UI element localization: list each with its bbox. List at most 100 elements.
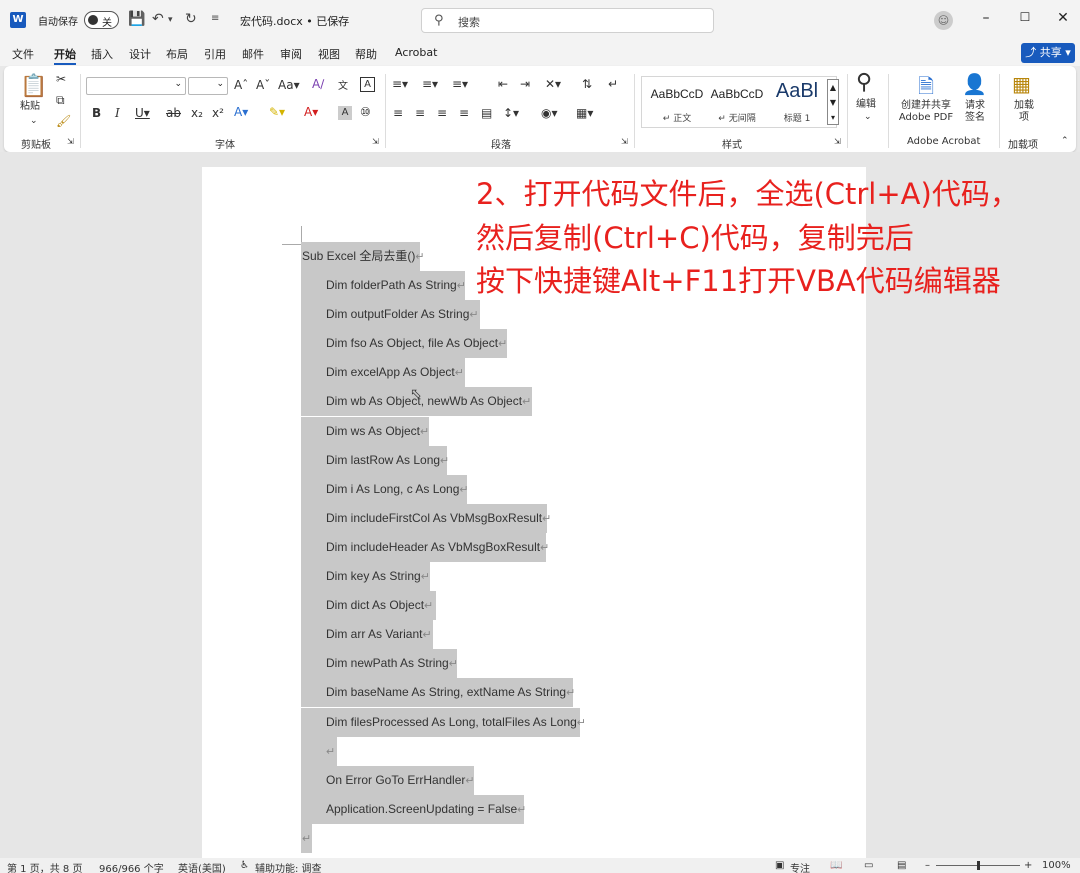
tab-acrobat[interactable]: Acrobat [395, 46, 437, 59]
print-layout-icon[interactable]: ▭ [864, 860, 873, 871]
document-title[interactable]: 宏代码.docx • 已保存 [240, 13, 349, 29]
paste-label[interactable]: 粘贴 [20, 101, 40, 113]
tab-help[interactable]: 帮助 [355, 46, 377, 62]
multilevel-list-icon[interactable]: ≡▾ [452, 77, 468, 91]
underline-icon[interactable]: U▾ [135, 106, 150, 120]
find-icon[interactable]: ⚲ [856, 70, 872, 95]
minimize-icon[interactable]: – [976, 10, 996, 26]
addins-icon[interactable]: ▦ [1012, 72, 1031, 96]
align-right-icon[interactable]: ≡ [437, 106, 447, 120]
redo-icon[interactable]: ↻ [185, 11, 197, 27]
code-line[interactable]: Dim i As Long, c As Long↵ [301, 475, 469, 504]
cut-icon[interactable]: ✂ [56, 72, 66, 86]
format-painter-icon[interactable]: 🖌 [56, 114, 71, 128]
highlight-icon[interactable]: ✎▾ [269, 105, 285, 119]
zoom-out-icon[interactable]: – [925, 860, 930, 871]
code-line[interactable]: Sub Excel 全局去重()↵ [301, 242, 425, 271]
italic-icon[interactable]: I [115, 106, 120, 120]
undo-icon[interactable]: ↶ [152, 11, 164, 27]
addins-label[interactable]: 加载项 [1010, 100, 1038, 124]
char-shading-icon[interactable]: A [338, 106, 352, 120]
title-chevron-down-icon[interactable]: ⌄ [336, 15, 344, 25]
request-signature-icon[interactable]: 👤 [962, 72, 987, 96]
tab-review[interactable]: 审阅 [280, 46, 302, 62]
code-line[interactable]: On Error GoTo ErrHandler↵ [301, 766, 475, 795]
editing-label[interactable]: 编辑 [856, 99, 876, 111]
font-family-select[interactable]: ⌄ [86, 77, 186, 95]
borders-icon[interactable]: ▦▾ [576, 106, 593, 120]
zoom-in-icon[interactable]: + [1024, 860, 1032, 871]
text-effects-icon[interactable]: A▾ [234, 105, 248, 119]
code-line[interactable]: Dim includeFirstCol As VbMsgBoxResult↵ [301, 504, 551, 533]
style-heading-1[interactable]: AaBl 标题 1 [768, 77, 826, 129]
language[interactable]: 英语(美国) [178, 860, 226, 873]
accessibility-status[interactable]: 辅助功能: 调查 [255, 860, 322, 873]
code-line[interactable]: Dim newPath As String↵ [301, 649, 458, 678]
line-spacing-icon[interactable]: ↕▾ [503, 106, 519, 120]
enclose-char-icon[interactable]: ⑩ [360, 105, 371, 119]
editing-dropdown-icon[interactable]: ⌄ [864, 112, 872, 122]
code-line[interactable]: ↵ [301, 737, 337, 766]
tab-home[interactable]: 开始 [54, 46, 76, 65]
code-line[interactable]: Dim outputFolder As String↵ [301, 300, 480, 329]
justify-icon[interactable]: ≡ [459, 106, 469, 120]
align-left-icon[interactable]: ≡ [393, 106, 403, 120]
style-no-spacing[interactable]: AaBbCcD ↵ 无间隔 [706, 77, 768, 129]
create-pdf-label[interactable]: 创建并共享 Adobe PDF [897, 100, 955, 124]
close-icon[interactable]: ✕ [1053, 10, 1073, 26]
code-line[interactable]: Dim ws As Object↵ [301, 417, 429, 446]
autosave-toggle[interactable]: 关 [84, 11, 119, 29]
superscript-icon[interactable]: x² [212, 106, 224, 120]
request-signature-label[interactable]: 请求签名 [962, 100, 988, 124]
paste-dropdown-icon[interactable]: ⌄ [30, 116, 38, 126]
tab-references[interactable]: 引用 [204, 46, 226, 62]
collapse-ribbon-icon[interactable]: ⌃ [1061, 136, 1069, 146]
tab-mailings[interactable]: 邮件 [242, 46, 264, 62]
font-color-icon[interactable]: A▾ [304, 105, 318, 119]
shading-icon[interactable]: ◉▾ [541, 106, 558, 120]
code-line[interactable]: Dim filesProcessed As Long, totalFiles A… [301, 708, 586, 737]
paste-icon[interactable]: 📋 [20, 74, 47, 99]
styles-launcher-icon[interactable]: ⇲ [834, 137, 841, 146]
distributed-icon[interactable]: ▤ [481, 106, 492, 120]
code-line[interactable]: Dim arr As Variant↵ [301, 620, 433, 649]
tab-view[interactable]: 视图 [318, 46, 340, 62]
subscript-icon[interactable]: x₂ [191, 106, 203, 120]
tab-insert[interactable]: 插入 [91, 46, 113, 62]
tab-file[interactable]: 文件 [12, 46, 34, 62]
font-size-select[interactable]: ⌄ [188, 77, 228, 95]
code-line[interactable]: Application.ScreenUpdating = False↵ [301, 795, 526, 824]
code-line[interactable]: Dim includeHeader As VbMsgBoxResult↵ [301, 533, 549, 562]
user-avatar[interactable]: ☺ [934, 11, 953, 30]
align-center-icon[interactable]: ≡ [415, 106, 425, 120]
numbering-icon[interactable]: ≡▾ [422, 77, 438, 91]
font-launcher-icon[interactable]: ⇲ [372, 137, 379, 146]
tab-layout[interactable]: 布局 [166, 46, 188, 62]
char-border-icon[interactable]: A [360, 77, 375, 92]
code-line[interactable]: Dim fso As Object, file As Object↵ [301, 329, 507, 358]
decrease-indent-icon[interactable]: ⇤ [498, 77, 508, 91]
read-mode-icon[interactable]: 📖 [830, 860, 842, 871]
grow-font-icon[interactable]: Aˆ [234, 78, 248, 92]
code-line[interactable]: ↵ [301, 824, 312, 853]
clipboard-launcher-icon[interactable]: ⇲ [67, 137, 74, 146]
change-case-icon[interactable]: Aa▾ [278, 78, 300, 92]
bold-icon[interactable]: B [92, 106, 101, 120]
clear-format-icon[interactable]: A∕ [312, 77, 324, 91]
paragraph-launcher-icon[interactable]: ⇲ [621, 137, 628, 146]
code-line[interactable]: Dim key As String↵ [301, 562, 430, 591]
customize-toolbar-icon[interactable]: ≡ [211, 13, 219, 24]
undo-dropdown-icon[interactable]: ▾ [168, 15, 173, 25]
save-icon[interactable]: 💾 [128, 11, 145, 27]
sort-icon[interactable]: ⇅ [582, 77, 592, 91]
shrink-font-icon[interactable]: Aˇ [256, 78, 270, 92]
increase-indent-icon[interactable]: ⇥ [520, 77, 530, 91]
code-line[interactable]: Dim baseName As String, extName As Strin… [301, 678, 575, 707]
share-button[interactable]: ⤴ 共享 ▾ [1021, 43, 1075, 63]
copy-icon[interactable]: ⧉ [56, 93, 65, 108]
focus-mode[interactable]: 专注 [790, 860, 810, 873]
asian-layout-icon[interactable]: ✕▾ [545, 77, 561, 91]
style-normal[interactable]: AaBbCcD ↵ 正文 [646, 77, 708, 129]
code-line[interactable]: Dim excelApp As Object↵ [301, 358, 465, 387]
web-layout-icon[interactable]: ▤ [897, 860, 906, 871]
